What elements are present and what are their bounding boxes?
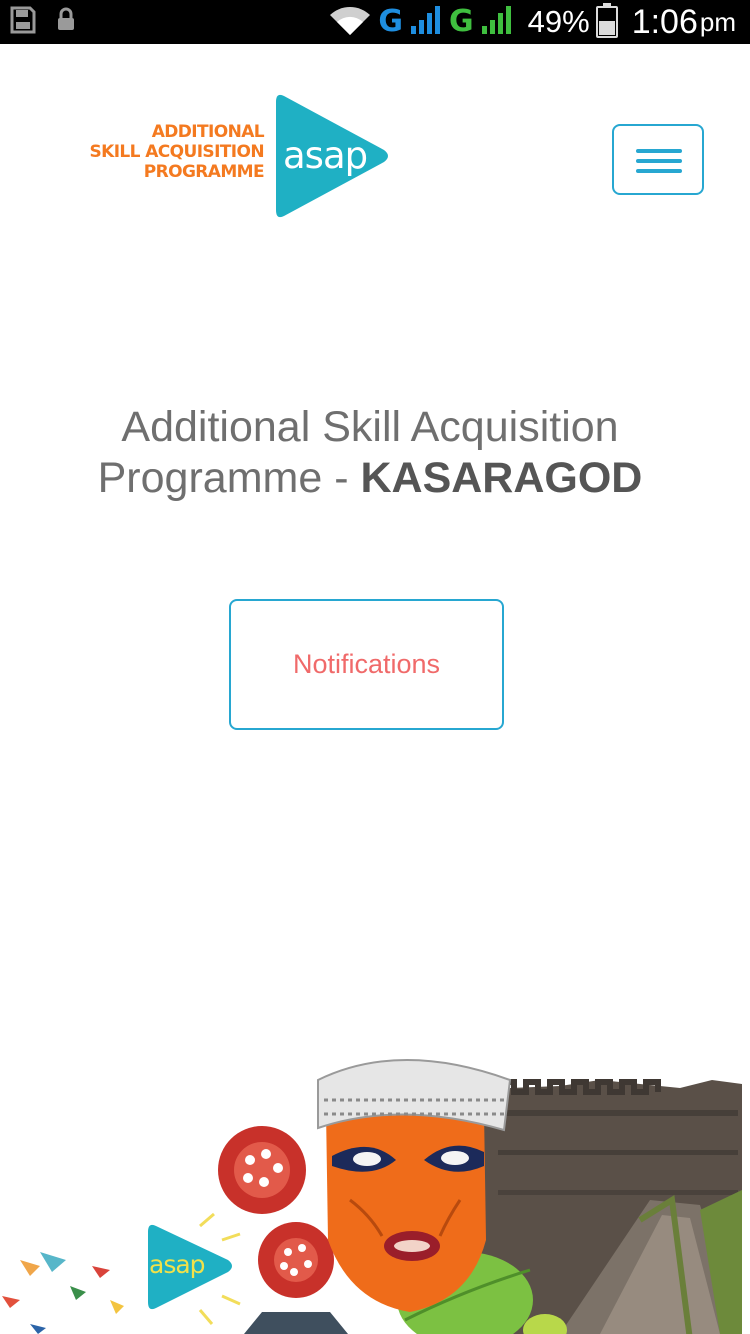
- network-type-2: G: [449, 4, 474, 39]
- signal-icon: [409, 4, 443, 40]
- page-title-district: KASARAGOD: [360, 454, 643, 502]
- logo-line-2: SKILL ACQUISITION: [89, 142, 264, 162]
- kasaragod-illustration: asap: [0, 1040, 750, 1334]
- battery-icon: [595, 2, 618, 42]
- asap-logo[interactable]: ADDITIONAL SKILL ACQUISITION PROGRAMME a…: [78, 92, 398, 220]
- signal-icon: [480, 4, 514, 40]
- logo-mark-text: asap: [283, 134, 368, 177]
- page-title: Additional Skill Acquisition Programme -…: [40, 402, 700, 504]
- illustration-graphic: [2, 1059, 742, 1334]
- network-type-1: G: [378, 4, 404, 39]
- notifications-label: Notifications: [292, 649, 441, 679]
- illustration-asap-mark: asap: [149, 1250, 206, 1279]
- site-header: ADDITIONAL SKILL ACQUISITION PROGRAMME a…: [0, 44, 750, 234]
- logo-line-1: ADDITIONAL: [151, 122, 265, 142]
- clock-ampm: pm: [699, 7, 736, 37]
- logo-wordmark: ADDITIONAL SKILL ACQUISITION PROGRAMME: [78, 122, 264, 182]
- clock: 1:06: [631, 3, 698, 41]
- lock-icon: [56, 7, 76, 37]
- menu-toggle-button[interactable]: [612, 124, 704, 195]
- wifi-icon: [328, 3, 372, 41]
- notifications-button[interactable]: Notifications: [229, 599, 504, 730]
- battery-percent: 49%: [527, 4, 590, 39]
- status-bar: G G 49% 1:06 pm: [0, 0, 750, 44]
- sd-card-icon: [10, 6, 36, 38]
- logo-line-3: PROGRAMME: [143, 162, 265, 182]
